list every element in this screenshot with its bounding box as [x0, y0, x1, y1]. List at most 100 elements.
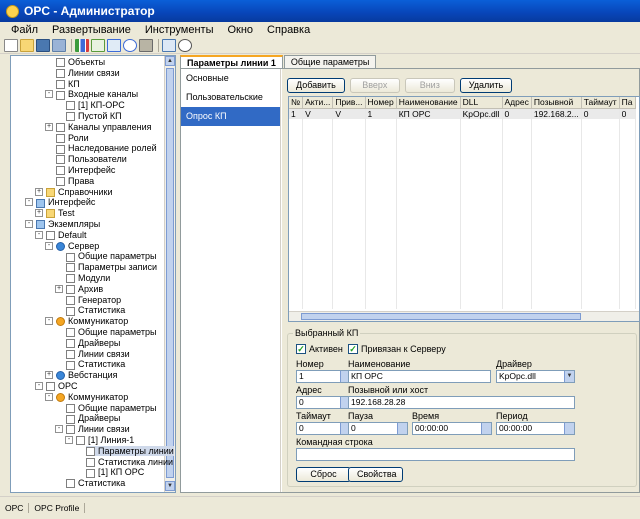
tree-item[interactable]: Линии связи: [66, 424, 130, 435]
menu-file[interactable]: Файл: [4, 24, 45, 36]
kp-grid[interactable]: № Акти... Прив... Номер Наименование DLL Адрес…: [288, 96, 640, 322]
time-spin-icon[interactable]: [481, 423, 491, 434]
properties-button[interactable]: Свойства: [348, 467, 403, 482]
tree-item[interactable]: Параметры линии: [86, 445, 174, 456]
help-icon[interactable]: [123, 39, 137, 52]
nav-item-custom[interactable]: Пользовательские: [181, 88, 280, 107]
tree-scrollbar[interactable]: ▲ ▼: [164, 56, 175, 492]
active-checkbox[interactable]: ✓ Активен: [296, 344, 343, 354]
tree-item[interactable]: Статистика: [66, 305, 125, 316]
menu-deploy[interactable]: Развертывание: [45, 24, 138, 36]
menu-help[interactable]: Справка: [260, 24, 317, 36]
open-icon[interactable]: [20, 39, 34, 52]
tab-line-params[interactable]: Параметры линии 1: [180, 55, 283, 68]
tree-item[interactable]: Статистика: [66, 478, 125, 489]
collapse-icon[interactable]: -: [45, 392, 53, 401]
menu-tools[interactable]: Инструменты: [138, 24, 221, 36]
add-button[interactable]: Добавить: [287, 78, 345, 93]
nav-item-main[interactable]: Основные: [181, 69, 280, 88]
cmdline-field[interactable]: [296, 448, 575, 461]
expand-icon[interactable]: +: [35, 209, 43, 218]
collapse-icon[interactable]: -: [55, 425, 63, 434]
bound-check-box[interactable]: ✓: [348, 344, 358, 354]
column-header[interactable]: Адрес: [502, 97, 532, 109]
expand-icon[interactable]: +: [55, 284, 63, 293]
table-cell[interactable]: 1: [365, 108, 397, 119]
table-cell[interactable]: 0: [581, 108, 620, 119]
column-header[interactable]: Таймаут: [581, 97, 620, 109]
column-header[interactable]: Прив...: [332, 97, 366, 109]
collapse-icon[interactable]: -: [45, 317, 53, 326]
delay-stepper[interactable]: 0: [348, 422, 408, 435]
collapse-icon[interactable]: -: [65, 436, 73, 444]
expand-icon[interactable]: +: [35, 187, 43, 196]
period-spin-icon[interactable]: [564, 423, 574, 434]
column-header[interactable]: Па: [619, 97, 636, 109]
new-icon[interactable]: [4, 39, 18, 52]
delete-button[interactable]: Удалить: [459, 78, 513, 93]
tree-item[interactable]: Роли: [56, 133, 89, 143]
column-header[interactable]: №: [289, 97, 304, 109]
tree-item[interactable]: Наследование ролей: [56, 143, 157, 154]
nav-item-kp-polling[interactable]: Опрос КП: [181, 107, 280, 126]
tree-item[interactable]: Параметры записи: [66, 262, 157, 273]
collapse-icon[interactable]: -: [35, 382, 43, 390]
tree-item[interactable]: Общие параметры: [66, 403, 156, 413]
grid-scroll-thumb[interactable]: [301, 313, 581, 320]
tree-item[interactable]: Каналы управления: [56, 122, 152, 132]
tree-item[interactable]: Статистика: [66, 359, 125, 370]
tree-item[interactable]: Пользователи: [56, 154, 127, 165]
time-stepper[interactable]: 00:00:00: [412, 422, 492, 435]
tree-item[interactable]: Общие параметры: [66, 327, 156, 338]
tree-item[interactable]: Справочники: [46, 187, 113, 197]
transfer-icon[interactable]: [162, 39, 176, 52]
collapse-icon[interactable]: -: [45, 241, 53, 250]
expand-icon[interactable]: +: [45, 371, 53, 380]
tree-item[interactable]: Модули: [66, 273, 110, 284]
move-up-button[interactable]: Вверх: [349, 78, 400, 93]
scroll-up-icon[interactable]: ▲: [165, 56, 175, 66]
tree-item[interactable]: Сервер: [56, 241, 99, 251]
table-cell[interactable]: KpOpc.dll: [460, 108, 503, 119]
tree-item[interactable]: Линии связи: [56, 68, 120, 78]
tree-item[interactable]: Экземпляры: [36, 219, 100, 230]
tree-item[interactable]: Объекты: [56, 57, 105, 68]
table-cell[interactable]: 1: [289, 108, 304, 119]
address-stepper[interactable]: 0: [296, 396, 351, 409]
table-cell[interactable]: V: [302, 108, 334, 119]
tree-item[interactable]: Интерфейс: [56, 165, 115, 176]
scroll-down-icon[interactable]: ▼: [165, 481, 175, 491]
tree-item[interactable]: [1] КП-OPC: [66, 100, 125, 111]
tree-item[interactable]: Драйверы: [66, 413, 120, 424]
settings-icon[interactable]: [139, 39, 153, 52]
table-cell[interactable]: КП OPC: [396, 108, 461, 119]
import-icon[interactable]: [107, 39, 121, 52]
chart-icon[interactable]: [75, 39, 89, 52]
tree-item[interactable]: Test: [46, 208, 75, 219]
grid-horizontal-scrollbar[interactable]: [289, 311, 639, 321]
column-header[interactable]: DLL: [460, 97, 503, 109]
menu-window[interactable]: Окно: [220, 24, 260, 36]
timeout-stepper[interactable]: 0: [296, 422, 351, 435]
column-header[interactable]: Позывной: [531, 97, 582, 109]
tree-item[interactable]: Общие параметры: [66, 251, 156, 262]
tree-item[interactable]: Драйверы: [66, 338, 120, 348]
table-cell[interactable]: 0: [619, 108, 636, 119]
tree-item[interactable]: OPC: [46, 381, 78, 392]
search-icon[interactable]: [178, 39, 192, 52]
tree-item[interactable]: Интерфейс: [36, 197, 95, 208]
name-field[interactable]: КП OPC: [348, 370, 491, 383]
column-header[interactable]: Акти...: [302, 97, 334, 109]
driver-select[interactable]: KpOpc.dll ▼: [496, 370, 575, 383]
column-header[interactable]: Номер: [365, 97, 397, 109]
tree-item[interactable]: Входные каналы: [56, 89, 138, 100]
table-cell[interactable]: 192.168.2...: [531, 108, 582, 119]
tree-item[interactable]: Коммуникатор: [56, 316, 128, 327]
tree-item[interactable]: Архив: [66, 284, 103, 294]
callnum-field[interactable]: 192.168.28.28: [348, 396, 575, 409]
table-row[interactable]: 1 V V 1 КП OPC KpOpc.dll 0 192.168.2... 0 0: [289, 108, 636, 119]
save-icon[interactable]: [36, 39, 50, 52]
save-all-icon[interactable]: [52, 39, 66, 52]
export-icon[interactable]: [91, 39, 105, 52]
tab-common-params[interactable]: Общие параметры: [283, 55, 377, 68]
